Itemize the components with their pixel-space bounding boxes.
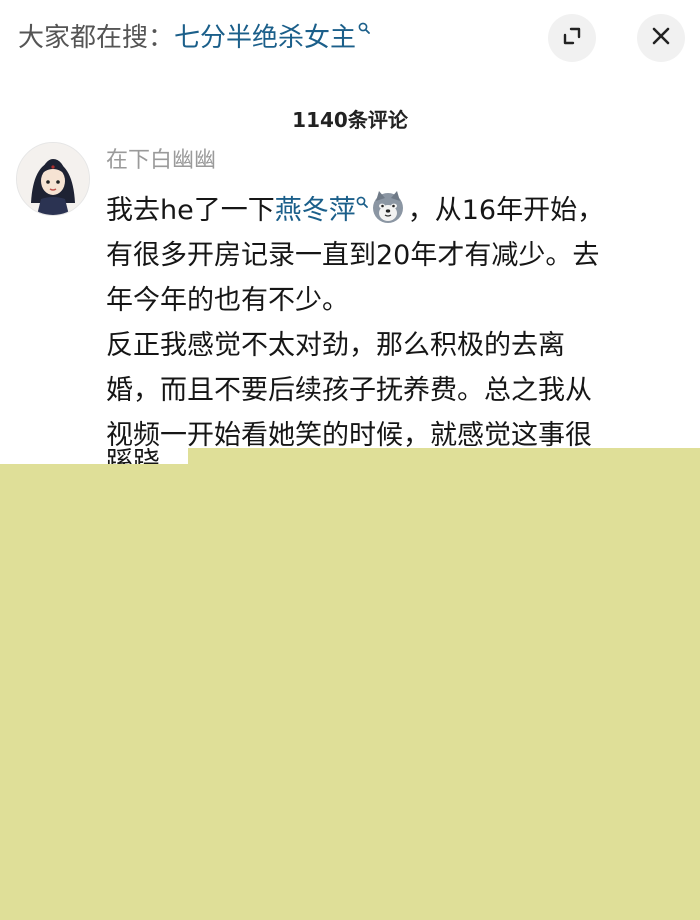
avatar[interactable] <box>16 142 90 216</box>
comment-line: 反正我感觉不太对劲，那么积极的去离 <box>106 330 565 361</box>
avatar-anime-character-icon <box>17 143 89 215</box>
husky-dog-emoji-icon <box>370 189 406 225</box>
expand-button[interactable] <box>548 14 596 62</box>
overlay-panel <box>0 464 700 920</box>
search-icon <box>356 188 368 210</box>
trending-search[interactable]: 大家都在搜：七分半绝杀女主 <box>18 18 370 58</box>
comment-line: 年今年的也有不少。 <box>106 285 349 316</box>
comment-username[interactable]: 在下白幽幽 <box>106 144 216 178</box>
close-icon <box>651 26 671 50</box>
close-button[interactable] <box>637 14 685 62</box>
comment-line: 婚，而且不要后续孩子抚养费。总之我从 <box>106 375 592 406</box>
comment-body: 我去he了一下燕冬萍 ，从16年开始， 有很多开房记录一直到20年才有减少。去 年… <box>106 188 666 458</box>
expand-icon <box>561 25 583 51</box>
comment-count: 1140条评论 <box>292 108 408 132</box>
mention-link[interactable]: 燕冬萍 <box>275 195 356 226</box>
top-bar: 大家都在搜：七分半绝杀女主 <box>0 0 700 80</box>
comment-text: 我去he了一下 <box>106 195 275 226</box>
search-icon <box>358 18 370 36</box>
comment-line: 有很多开房记录一直到20年才有减少。去 <box>106 240 600 271</box>
trending-search-label: 大家都在搜： <box>18 23 175 53</box>
trending-search-query[interactable]: 七分半绝杀女主 <box>174 23 356 53</box>
comment-text: ，从16年开始， <box>407 195 605 226</box>
comment-line: 我去he了一下燕冬萍 ，从16年开始， <box>106 188 666 233</box>
overlay-panel-edge <box>188 448 700 464</box>
